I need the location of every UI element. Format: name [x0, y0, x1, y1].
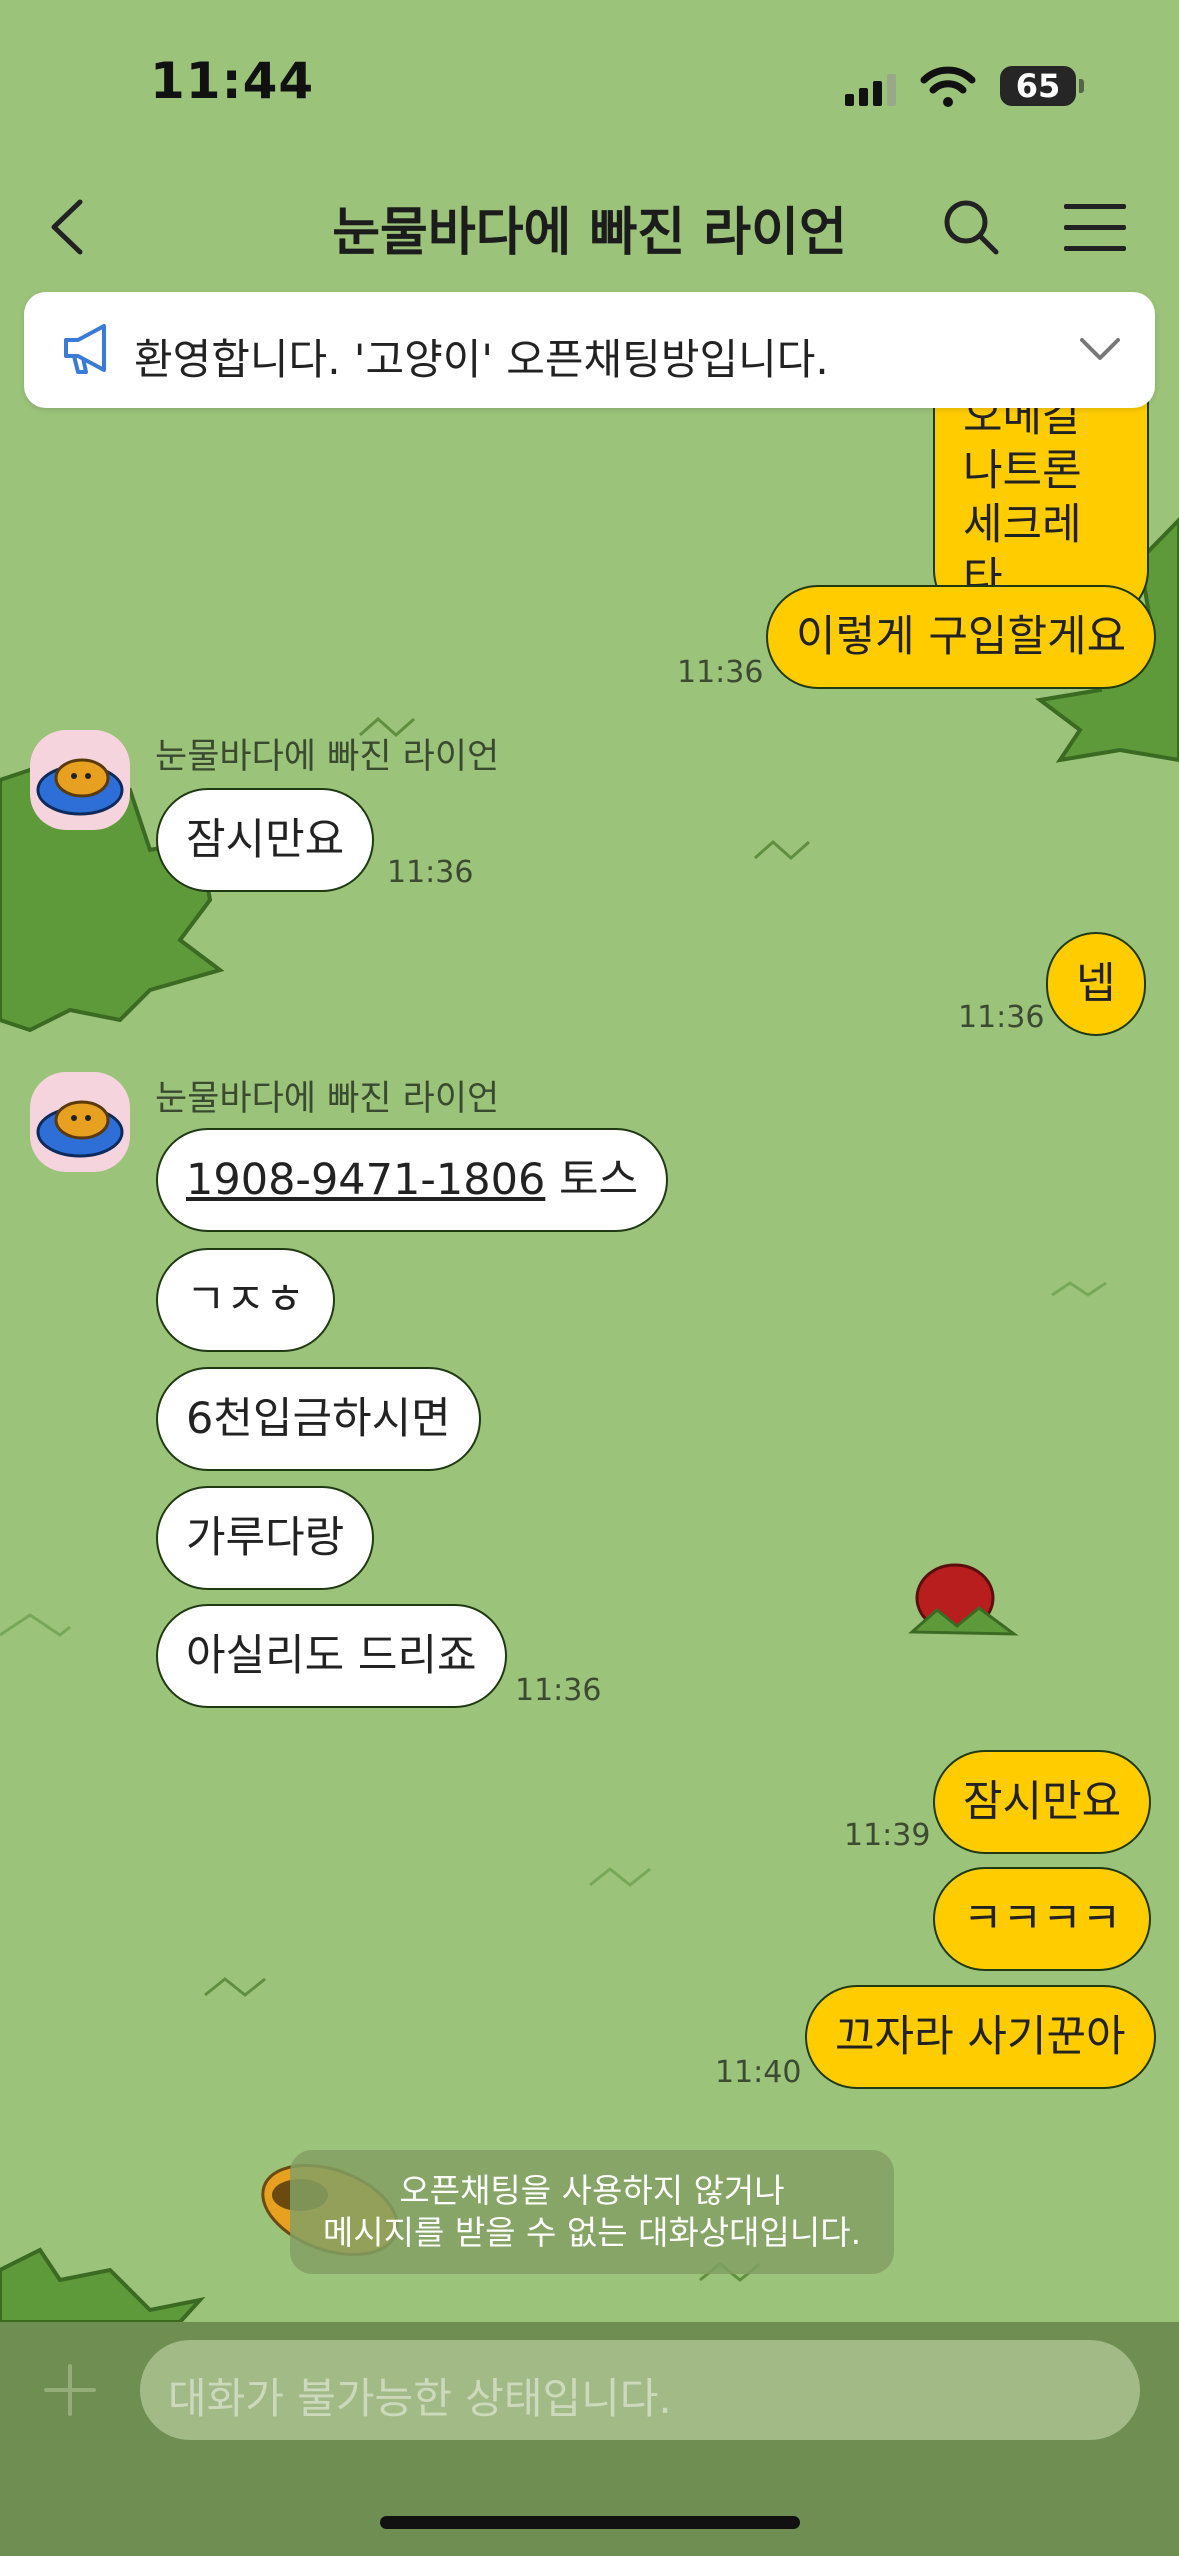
home-indicator[interactable] — [380, 2516, 800, 2529]
their-message-bubble[interactable]: 1908-9471-1806 토스 — [156, 1128, 669, 1232]
wifi-icon — [920, 66, 976, 107]
menu-icon[interactable] — [1064, 202, 1126, 252]
avatar[interactable] — [30, 1072, 130, 1172]
megaphone-icon — [64, 324, 106, 374]
system-notice-line: 오픈채팅을 사용하지 않거나 — [399, 2171, 785, 2210]
their-message-bubble[interactable]: ㄱㅈㅎ — [156, 1248, 335, 1352]
sender-name: 눈물바다에 빠진 라이언 — [155, 737, 500, 777]
message-time: 11:36 — [515, 1673, 602, 1708]
my-message-bubble[interactable]: 넵 — [1046, 932, 1146, 1036]
message-time: 11:36 — [387, 855, 474, 890]
their-message-bubble[interactable]: 6천입금하시면 — [156, 1367, 481, 1471]
battery-icon: 65 — [1000, 66, 1084, 106]
message-time: 11:36 — [958, 1000, 1045, 1035]
message-time: 11:36 — [677, 655, 764, 690]
my-message-bubble[interactable]: ㅋㅋㅋㅋ — [933, 1867, 1152, 1971]
bank-name: 토스 — [559, 1155, 639, 1205]
avatar-icon — [36, 758, 124, 816]
message-input-placeholder: 대화가 불가능한 상태입니다. — [168, 2374, 672, 2423]
message-line: 나트론 — [963, 446, 1082, 496]
message-time: 11:39 — [844, 1818, 931, 1853]
their-message-bubble[interactable]: 아실리도 드리죠 — [156, 1604, 507, 1708]
message-time: 11:40 — [715, 2055, 802, 2090]
my-message-bubble[interactable]: 잠시만요 — [933, 1750, 1152, 1854]
account-number-link[interactable]: 1908-9471-1806 — [186, 1155, 545, 1205]
my-message-bubble[interactable]: 끄자라 사기꾼아 — [805, 1985, 1156, 2089]
notice-banner[interactable]: 환영합니다. '고양이' 오픈채팅방입니다. — [24, 292, 1155, 408]
avatar[interactable] — [30, 730, 130, 830]
chevron-down-icon[interactable] — [1078, 334, 1122, 364]
sender-name: 눈물바다에 빠진 라이언 — [155, 1079, 500, 1119]
notice-text: 환영합니다. '고양이' 오픈채팅방입니다. — [134, 335, 829, 384]
avatar-icon — [36, 1100, 124, 1158]
chat-title: 눈물바다에 빠진 라이언 — [332, 203, 847, 263]
status-time: 11:44 — [150, 52, 315, 110]
their-message-bubble[interactable]: 가루다랑 — [156, 1486, 375, 1590]
their-message-bubble[interactable]: 잠시만요 — [156, 788, 375, 892]
system-notice: 오픈채팅을 사용하지 않거나 메시지를 받을 수 없는 대화상대입니다. — [290, 2150, 894, 2274]
system-notice-line: 메시지를 받을 수 없는 대화상대입니다. — [322, 2213, 862, 2252]
my-message-bubble[interactable]: 이렇게 구입할게요 — [766, 585, 1157, 689]
signal-icon — [845, 74, 896, 106]
search-icon[interactable] — [942, 198, 1000, 256]
plus-icon[interactable] — [42, 2362, 98, 2418]
